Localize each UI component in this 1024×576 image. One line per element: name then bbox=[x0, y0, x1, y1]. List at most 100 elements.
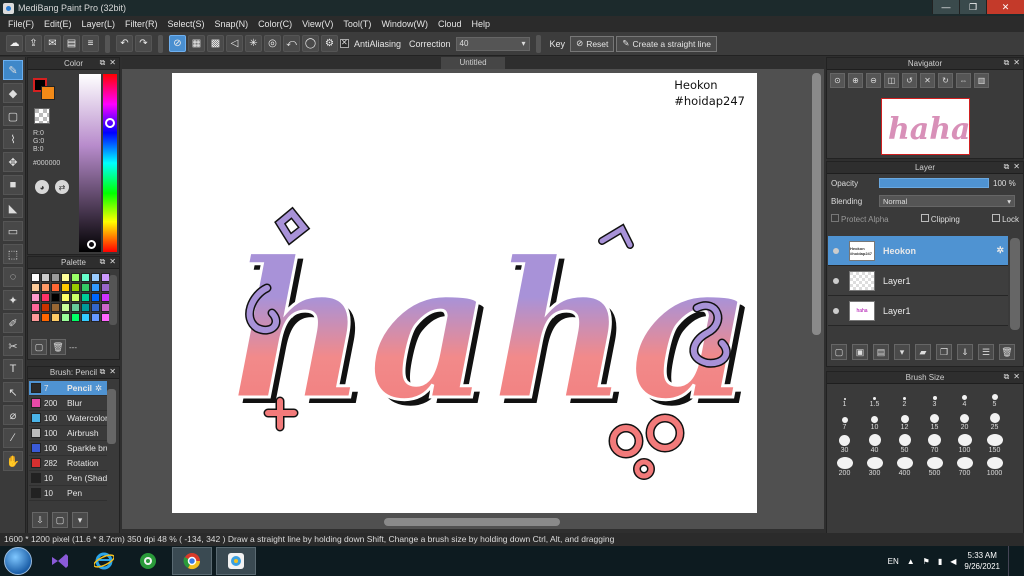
maximize-button[interactable]: ❐ bbox=[959, 0, 986, 14]
close-icon[interactable]: ✕ bbox=[109, 367, 116, 377]
clipping-option[interactable]: Clipping bbox=[920, 214, 960, 224]
palette-swatch[interactable] bbox=[41, 313, 50, 322]
saturation-value-picker[interactable] bbox=[79, 74, 101, 252]
brush-tool-icon[interactable]: ✎ bbox=[3, 60, 23, 80]
correction-select[interactable]: 40 ▾ bbox=[455, 36, 530, 51]
visibility-icon[interactable] bbox=[833, 307, 839, 314]
scroll-thumb[interactable] bbox=[812, 73, 821, 335]
brush-size-option[interactable]: 12 bbox=[890, 411, 919, 432]
text-tool-icon[interactable]: T bbox=[3, 359, 23, 379]
opacity-slider[interactable] bbox=[879, 178, 989, 188]
medibang-icon[interactable] bbox=[216, 547, 256, 575]
chrome-icon[interactable] bbox=[172, 547, 212, 575]
snap-grid-icon[interactable]: ▩ bbox=[207, 35, 224, 52]
new-halftone-layer-icon[interactable]: ▣ bbox=[852, 344, 868, 360]
palette-swatch[interactable] bbox=[91, 313, 100, 322]
brush-size-option[interactable]: 70 bbox=[920, 434, 949, 455]
language-indicator[interactable]: EN bbox=[888, 557, 899, 566]
palette-swatch[interactable] bbox=[71, 313, 80, 322]
folder-icon[interactable]: ▰ bbox=[915, 344, 931, 360]
detach-icon[interactable]: ⧉ bbox=[100, 367, 106, 377]
share-icon[interactable]: ⇪ bbox=[25, 35, 42, 52]
brush-item[interactable]: 10 Pen bbox=[29, 486, 107, 501]
toolbar-separator[interactable] bbox=[105, 34, 110, 53]
palette-swatch[interactable] bbox=[61, 303, 70, 312]
internet-explorer-icon[interactable] bbox=[84, 547, 124, 575]
brush-size-option[interactable]: 40 bbox=[860, 434, 889, 455]
palette-swatch[interactable] bbox=[31, 273, 40, 282]
brush-size-option[interactable]: 1 bbox=[830, 388, 859, 409]
layer-scrollbar[interactable] bbox=[1010, 238, 1020, 330]
new-layer-icon[interactable]: ▢ bbox=[831, 344, 847, 360]
palette-swatch[interactable] bbox=[51, 273, 60, 282]
operation-tool-icon[interactable]: ↖ bbox=[3, 382, 23, 402]
snap-circle-icon[interactable]: ◎ bbox=[264, 35, 281, 52]
menu-window[interactable]: Window(W) bbox=[376, 19, 433, 29]
snap-off-icon[interactable]: ⊘ bbox=[169, 35, 186, 52]
gear-icon[interactable]: ✲ bbox=[95, 383, 102, 394]
zoom-fit-icon[interactable]: ⊙ bbox=[830, 73, 845, 88]
palette-swatch[interactable] bbox=[51, 283, 60, 292]
brush-size-option[interactable]: 20 bbox=[950, 411, 979, 432]
brush-size-option[interactable]: 5 bbox=[980, 388, 1009, 409]
menu-layer[interactable]: Layer(L) bbox=[77, 19, 121, 29]
palette-swatch[interactable] bbox=[61, 313, 70, 322]
snap-radial-icon[interactable]: ✳ bbox=[245, 35, 262, 52]
brush-item[interactable]: 282 Rotation bbox=[29, 456, 107, 471]
brush-size-option[interactable]: 15 bbox=[920, 411, 949, 432]
close-icon[interactable]: ✕ bbox=[109, 257, 116, 267]
palette-swatch[interactable] bbox=[31, 313, 40, 322]
palette-swatch[interactable] bbox=[91, 283, 100, 292]
palette-swatch[interactable] bbox=[71, 303, 80, 312]
hue-handle[interactable] bbox=[105, 118, 115, 128]
palette-swatch[interactable] bbox=[61, 283, 70, 292]
detach-icon[interactable]: ⧉ bbox=[1004, 162, 1010, 172]
brush-size-option[interactable]: 50 bbox=[890, 434, 919, 455]
document-tab[interactable]: Untitled bbox=[441, 57, 505, 69]
layer-item[interactable]: Layer1 bbox=[828, 266, 1008, 296]
visibility-icon[interactable] bbox=[833, 247, 839, 254]
layer-settings-icon[interactable]: ☰ bbox=[978, 344, 994, 360]
palette-swatch[interactable] bbox=[91, 293, 100, 302]
palette-swatch[interactable] bbox=[51, 303, 60, 312]
select-pen-tool-icon[interactable]: ✐ bbox=[3, 313, 23, 333]
palette-swatch[interactable] bbox=[71, 283, 80, 292]
detach-icon[interactable]: ⧉ bbox=[1004, 58, 1010, 68]
dot-tool-icon[interactable]: ⌇ bbox=[3, 129, 23, 149]
palette-swatch[interactable] bbox=[91, 273, 100, 282]
palette-swatch[interactable] bbox=[61, 273, 70, 282]
magic-wand-tool-icon[interactable]: ✦ bbox=[3, 290, 23, 310]
palette-swatch[interactable] bbox=[81, 293, 90, 302]
navigator-preview[interactable]: haha bbox=[881, 98, 970, 155]
menu-cloud[interactable]: Cloud bbox=[433, 19, 467, 29]
rotate-left-icon[interactable]: ↺ bbox=[902, 73, 917, 88]
duplicate-layer-icon[interactable]: ❐ bbox=[936, 344, 952, 360]
merge-down-icon[interactable]: ⇓ bbox=[957, 344, 973, 360]
eyedropper-tool-icon[interactable]: ⌀ bbox=[3, 405, 23, 425]
color-swap-icon[interactable]: ⇄ bbox=[55, 180, 69, 194]
brush-size-option[interactable]: 2 bbox=[890, 388, 919, 409]
coc-coc-browser-icon[interactable] bbox=[128, 547, 168, 575]
palette-swatch[interactable] bbox=[31, 293, 40, 302]
trash-icon[interactable]: 🗑 bbox=[999, 344, 1015, 360]
palette-swatch[interactable] bbox=[51, 293, 60, 302]
menu-filter[interactable]: Filter(R) bbox=[120, 19, 163, 29]
trash-icon[interactable]: 🗑 bbox=[50, 339, 66, 355]
brush-size-option[interactable]: 25 bbox=[980, 411, 1009, 432]
palette-swatch[interactable] bbox=[81, 273, 90, 282]
brush-item[interactable]: 100 Watercolor bbox=[29, 411, 107, 426]
brush-scrollbar[interactable] bbox=[107, 389, 116, 444]
brush-item[interactable]: 100 Airbrush bbox=[29, 426, 107, 441]
brush-size-option[interactable]: 700 bbox=[950, 457, 979, 478]
snap-ellipse-icon[interactable]: ◯ bbox=[302, 35, 319, 52]
network-icon[interactable]: ▮ bbox=[938, 557, 942, 566]
fill-rect-tool-icon[interactable]: ■ bbox=[3, 175, 23, 195]
brush-size-option[interactable]: 1.5 bbox=[860, 388, 889, 409]
fit-window-icon[interactable]: ✕ bbox=[920, 73, 935, 88]
eraser-tool-icon[interactable]: ◆ bbox=[3, 83, 23, 103]
palette-swatch[interactable] bbox=[71, 293, 80, 302]
background-color-swatch[interactable] bbox=[41, 86, 55, 100]
new-8bit-layer-icon[interactable]: ▤ bbox=[873, 344, 889, 360]
detach-icon[interactable]: ⧉ bbox=[1004, 372, 1010, 382]
lock-checkbox[interactable] bbox=[992, 214, 1001, 222]
